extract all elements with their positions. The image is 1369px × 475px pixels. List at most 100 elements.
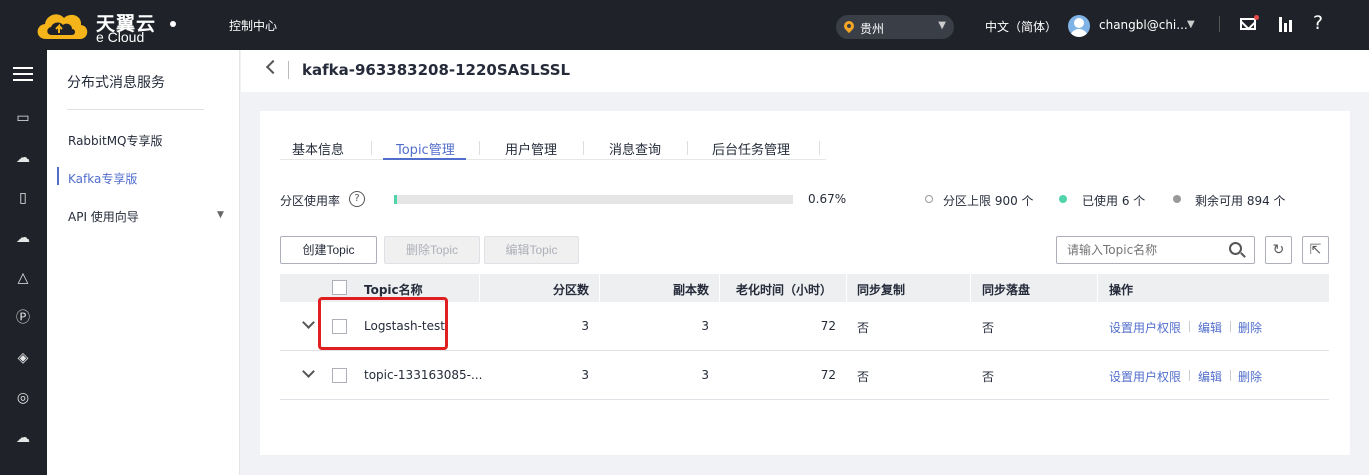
- monitor-icon[interactable]: ◎: [12, 387, 34, 409]
- bar-chart-icon[interactable]: [1279, 17, 1295, 32]
- cloud-logo-icon: [37, 14, 88, 40]
- partition-usage-bar: [394, 195, 793, 204]
- cloud-service-icon[interactable]: ☁: [12, 427, 34, 449]
- tab-separator: [687, 141, 688, 155]
- partition-used: 已使用 6 个: [1082, 194, 1146, 208]
- chevron-down-icon[interactable]: ▼: [1187, 19, 1195, 30]
- edit-link[interactable]: 编辑: [1198, 319, 1222, 336]
- tab-user-management[interactable]: 用户管理: [505, 139, 557, 158]
- export-icon[interactable]: ⇱: [1302, 236, 1329, 264]
- service-icon-bar: ▭ ☁ ▯ ☁ △ Ⓟ ◈ ◎ ☁: [0, 50, 47, 475]
- sync-replication: 否: [857, 370, 870, 384]
- tab-separator: [583, 141, 584, 155]
- column-header-sep: [719, 274, 720, 302]
- column-separator: [479, 274, 480, 302]
- column-header-partitions[interactable]: 分区数: [553, 281, 589, 298]
- legend-dot-used: [1059, 195, 1067, 203]
- partition-remaining: 剩余可用 894 个: [1195, 194, 1286, 208]
- column-header-sync-disk[interactable]: 同步落盘: [982, 281, 1030, 298]
- region-label: 贵州: [860, 22, 885, 36]
- question-icon[interactable]: ?: [349, 191, 365, 207]
- tab-baseline: [280, 159, 826, 160]
- tab-separator: [819, 141, 820, 155]
- column-header-name[interactable]: Topic名称: [364, 281, 423, 298]
- id-card-icon[interactable]: ▭: [12, 107, 34, 129]
- column-separator: [1097, 274, 1098, 302]
- logo[interactable]: 天翼云 e Cloud: [32, 7, 164, 45]
- logo-dot: [170, 21, 176, 27]
- tab-basic-info[interactable]: 基本信息: [292, 139, 344, 158]
- tab-separator: [371, 141, 372, 155]
- region-selector[interactable]: 贵州 ▼: [836, 15, 954, 39]
- legend-dot-limit: [925, 195, 933, 203]
- help-icon[interactable]: ?: [1313, 12, 1323, 34]
- expand-chevron-icon[interactable]: [302, 365, 315, 378]
- set-permissions-link[interactable]: 设置用户权限: [1109, 319, 1181, 336]
- tab-message-query[interactable]: 消息查询: [609, 139, 661, 158]
- column-separator: [970, 274, 971, 302]
- back-arrow-icon[interactable]: [265, 59, 281, 75]
- tab-topic-management[interactable]: Topic管理: [396, 139, 455, 158]
- expand-chevron-icon[interactable]: [302, 316, 315, 329]
- divider: [1219, 16, 1220, 32]
- menu-icon[interactable]: [13, 67, 33, 81]
- cloud-icon[interactable]: ☁: [12, 227, 34, 249]
- aging-hours: 72: [820, 368, 836, 382]
- tab-active-underline: [383, 158, 466, 160]
- select-all-checkbox[interactable]: [332, 280, 347, 295]
- table-row: topic-133163085-... 3 3 72 否 否 设置用户权限 编辑…: [280, 351, 1329, 400]
- refresh-icon[interactable]: ↻: [1265, 236, 1292, 264]
- legend-dot-remaining: [1173, 195, 1181, 203]
- content-card: 基本信息 Topic管理 用户管理 消息查询 后台任务管理 分区使用率 ? 0.…: [260, 111, 1350, 455]
- tab-separator: [479, 141, 480, 155]
- mail-icon[interactable]: [1240, 18, 1256, 30]
- ip-icon[interactable]: Ⓟ: [12, 307, 34, 329]
- console-link[interactable]: 控制中心: [229, 17, 277, 34]
- network-icon[interactable]: △: [12, 267, 34, 289]
- partition-usage-fill: [394, 195, 397, 204]
- partition-usage-percent: 0.67%: [808, 192, 847, 206]
- security-icon[interactable]: ◈: [12, 347, 34, 369]
- sidebar-item-kafka[interactable]: Kafka专享版: [68, 170, 137, 187]
- search-icon[interactable]: [1229, 242, 1242, 255]
- topic-name: topic-133163085-...: [364, 368, 483, 382]
- edit-link[interactable]: 编辑: [1198, 368, 1222, 385]
- partition-limit: 分区上限 900 个: [943, 194, 1034, 208]
- column-separator: [599, 274, 600, 302]
- action-separator: [1189, 321, 1190, 332]
- replica-count: 3: [701, 319, 709, 333]
- delete-topic-button[interactable]: 删除Topic: [384, 236, 480, 264]
- column-separator: [846, 274, 847, 302]
- edit-topic-button[interactable]: 编辑Topic: [484, 236, 579, 264]
- sidebar-title: 分布式消息服务: [67, 75, 165, 91]
- partition-count: 3: [581, 319, 589, 333]
- sidebar-item-api-guide[interactable]: API 使用向导: [68, 208, 139, 225]
- annotation-highlight-box: [318, 297, 448, 350]
- page-title: kafka-963383208-1220SASLSSL: [302, 61, 571, 79]
- avatar[interactable]: [1068, 15, 1090, 37]
- create-topic-button[interactable]: 创建Topic: [280, 236, 377, 264]
- partition-usage-label: 分区使用率: [280, 194, 341, 208]
- delete-link[interactable]: 删除: [1238, 368, 1262, 385]
- topic-search-input[interactable]: [1056, 236, 1255, 264]
- sidebar-item-rabbitmq[interactable]: RabbitMQ专享版: [68, 132, 163, 149]
- delete-link[interactable]: 删除: [1238, 319, 1262, 336]
- chevron-down-icon[interactable]: ▼: [217, 210, 224, 220]
- column-header-aging[interactable]: 老化时间（小时）: [736, 281, 832, 298]
- sync-replication: 否: [857, 321, 870, 335]
- language-selector[interactable]: 中文（简体）: [985, 18, 1057, 35]
- action-separator: [1189, 370, 1190, 381]
- row-checkbox[interactable]: [332, 368, 347, 383]
- tab-background-tasks[interactable]: 后台任务管理: [712, 139, 790, 158]
- aging-hours: 72: [820, 319, 836, 333]
- logo-text-en: e Cloud: [96, 29, 145, 45]
- cloud-server-icon[interactable]: ☁: [12, 147, 34, 169]
- storage-icon[interactable]: ▯: [12, 187, 34, 209]
- set-permissions-link[interactable]: 设置用户权限: [1109, 368, 1181, 385]
- sync-disk: 否: [982, 370, 995, 384]
- column-header-sync-replication[interactable]: 同步复制: [857, 281, 905, 298]
- page-header: kafka-963383208-1220SASLSSL: [241, 50, 1369, 92]
- column-header-replicas[interactable]: 副本数: [673, 281, 709, 298]
- top-bar: 天翼云 e Cloud 控制中心 贵州 ▼ 中文（简体） changbl@chi…: [0, 0, 1369, 50]
- user-menu[interactable]: changbl@chi...: [1099, 18, 1188, 32]
